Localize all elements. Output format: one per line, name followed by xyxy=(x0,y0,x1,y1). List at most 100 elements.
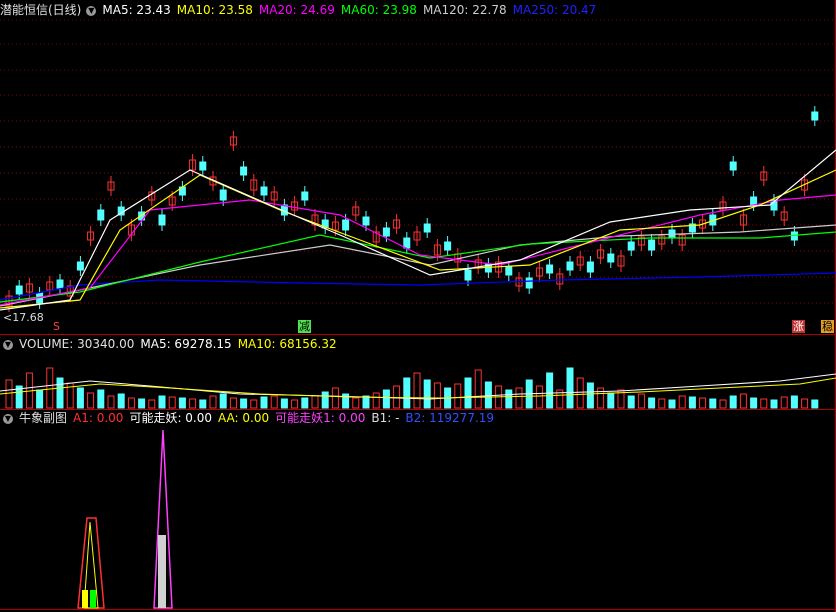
ma250-label: MA250: 20.47 xyxy=(512,3,597,17)
volume-bar xyxy=(454,383,462,409)
candle-body xyxy=(199,161,207,171)
candle-body xyxy=(382,227,390,237)
volume-ma5-label: MA5: 69278.15 xyxy=(140,337,232,351)
candle-body xyxy=(423,223,431,233)
volume-bar xyxy=(321,391,329,409)
volume-bar xyxy=(515,387,523,409)
volume-bar xyxy=(229,397,237,409)
dropdown-icon[interactable]: ▼ xyxy=(3,339,13,350)
volume-bar xyxy=(770,399,778,409)
panel-separator xyxy=(0,334,836,335)
aa-label: AA: 0.00 xyxy=(218,411,270,425)
ma120-label: MA120: 22.78 xyxy=(422,3,507,17)
candle-body xyxy=(301,191,309,201)
volume-ma10-label: MA10: 68156.32 xyxy=(237,337,337,351)
ma5-line xyxy=(0,149,836,311)
volume-bar xyxy=(178,397,186,409)
volume-bar xyxy=(474,369,482,409)
volume-bar xyxy=(311,395,319,409)
volume-bar xyxy=(780,396,788,409)
ma250-line xyxy=(0,272,836,301)
candle-body xyxy=(525,277,533,289)
signal-bar xyxy=(158,535,166,608)
kzy1-label: 可能走妖1: 0.00 xyxy=(275,411,366,425)
stock-title: 潜能恒信(日线) xyxy=(0,3,82,17)
volume-bar xyxy=(260,396,268,409)
volume-bar xyxy=(750,397,758,409)
volume-bar xyxy=(566,367,574,409)
volume-bar xyxy=(301,397,309,409)
volume-bar xyxy=(168,396,176,409)
volume-bar xyxy=(546,372,554,409)
dropdown-icon[interactable]: ▼ xyxy=(86,5,97,16)
b2-label: B2: 119277.19 xyxy=(405,411,495,425)
candle-body xyxy=(15,285,23,295)
signal-bar xyxy=(90,590,96,608)
volume-bar xyxy=(668,399,676,409)
volume-legend: ▼ VOLUME: 30340.00 MA5: 69278.15 MA10: 6815… xyxy=(0,336,343,352)
volume-bar xyxy=(760,398,768,409)
candle-body xyxy=(566,261,574,271)
tag-s: S xyxy=(53,320,60,333)
volume-ma10-line xyxy=(0,377,836,399)
volume-bar xyxy=(382,389,390,409)
dropdown-icon[interactable]: ▼ xyxy=(3,413,13,424)
volume-bar xyxy=(362,395,370,409)
volume-bar xyxy=(280,398,288,409)
candle-body xyxy=(97,209,105,221)
indicator-legend: ▼ 牛象副图 A1: 0.00 可能走妖: 0.00 AA: 0.00 可能走妖1: 0.… xyxy=(0,410,500,426)
candle-body xyxy=(648,239,656,251)
volume-bar xyxy=(76,387,84,409)
volume-bar xyxy=(270,395,278,409)
main-legend: 潜能恒信(日线) ▼ MA5: 23.43 MA10: 23.58 MA20: 24.6… xyxy=(0,2,602,18)
volume-bar xyxy=(688,396,696,409)
volume-bar xyxy=(658,398,666,409)
tag-zhang: 涨 xyxy=(792,320,805,333)
volume-bar xyxy=(648,397,656,409)
volume-bar xyxy=(586,382,594,409)
volume-bar xyxy=(627,395,635,409)
volume-bar xyxy=(240,398,248,409)
volume-bar xyxy=(107,395,115,409)
volume-bar xyxy=(138,398,146,409)
low-price-value: 17.68 xyxy=(12,311,44,324)
candlestick-chart[interactable] xyxy=(0,0,836,336)
ma60-label: MA60: 23.98 xyxy=(340,3,417,17)
volume-bar xyxy=(46,367,54,409)
volume-bar xyxy=(372,392,380,409)
candle-body xyxy=(158,214,166,226)
volume-bar xyxy=(199,399,207,409)
volume-bar xyxy=(607,392,615,409)
volume-bar xyxy=(719,399,727,409)
volume-bar xyxy=(331,387,339,409)
candle-body xyxy=(811,111,819,121)
indicator-chart[interactable] xyxy=(0,410,836,610)
volume-bar xyxy=(597,387,605,409)
volume-bar xyxy=(148,399,156,409)
low-price-label: <17.68 xyxy=(3,311,44,324)
kzy-label: 可能走妖: 0.00 xyxy=(129,411,213,425)
volume-bar xyxy=(158,395,166,409)
candle-body xyxy=(362,216,370,226)
volume-bar xyxy=(250,399,258,409)
volume-bar xyxy=(433,382,441,409)
candle-body xyxy=(56,279,64,289)
bottom-border xyxy=(0,609,836,610)
candle-body xyxy=(750,196,758,206)
volume-bar xyxy=(678,395,686,409)
ma20-line xyxy=(0,194,836,306)
volume-bar xyxy=(709,398,717,409)
ma10-line xyxy=(0,169,836,309)
volume-bar xyxy=(423,379,431,409)
candle-body xyxy=(729,161,737,171)
volume-bar xyxy=(729,395,737,409)
volume-bar xyxy=(352,397,360,409)
volume-bar xyxy=(790,395,798,409)
candle-body xyxy=(403,237,411,249)
ma10-label: MA10: 23.58 xyxy=(176,3,253,17)
tag-jian: 减 xyxy=(298,320,311,333)
volume-bar xyxy=(413,372,421,409)
indicator-name: 牛象副图 xyxy=(19,411,68,425)
volume-bar xyxy=(811,399,819,409)
candle-body xyxy=(464,269,472,281)
